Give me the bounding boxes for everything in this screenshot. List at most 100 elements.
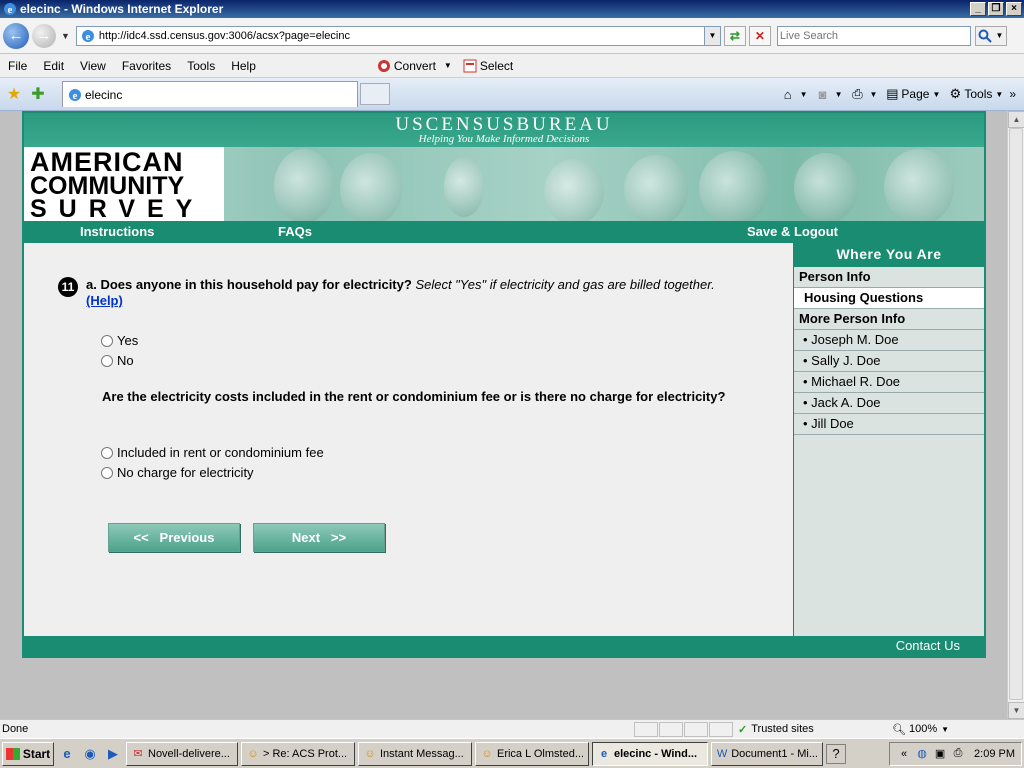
- stop-button[interactable]: ✕: [748, 25, 771, 46]
- sidebar-item-person[interactable]: • Jill Doe: [794, 414, 984, 435]
- nav-instructions[interactable]: Instructions: [80, 224, 154, 239]
- sidebar-item-more-person-info[interactable]: More Person Info: [794, 309, 984, 330]
- printer-icon: ⎙: [852, 86, 863, 101]
- nav-save-logout[interactable]: Save & Logout: [747, 224, 838, 239]
- start-button[interactable]: Start: [2, 741, 54, 766]
- feeds-button[interactable]: ◙ ▼: [814, 85, 843, 103]
- contact-us-link[interactable]: Contact Us: [896, 638, 960, 653]
- taskbar-task-label: Novell-delivere...: [148, 747, 230, 760]
- print-button[interactable]: ⎙ ▼: [849, 85, 877, 103]
- browser-viewport: USCENSUSBUREAU Helping You Make Informed…: [0, 111, 1024, 719]
- convert-dropdown-icon[interactable]: ▼: [444, 61, 452, 70]
- census-banner-tagline: Helping You Make Informed Decisions: [418, 133, 590, 145]
- sidebar-item-person[interactable]: • Jack A. Doe: [794, 393, 984, 414]
- scroll-up-arrow-icon[interactable]: ▲: [1008, 111, 1024, 128]
- scroll-down-arrow-icon[interactable]: ▼: [1008, 702, 1024, 719]
- question-number-badge: 11: [58, 277, 78, 297]
- status-panel: [709, 721, 733, 737]
- site-navbar: Instructions FAQs Save & Logout: [24, 221, 984, 243]
- sidebar-item-person[interactable]: • Joseph M. Doe: [794, 330, 984, 351]
- radio-included-in-rent[interactable]: [101, 446, 113, 459]
- tray-monitor-icon[interactable]: ▣: [932, 746, 948, 762]
- forward-button[interactable]: →: [32, 23, 56, 48]
- question-panel: 11 a. Does anyone in this household pay …: [24, 243, 793, 636]
- next-button[interactable]: Next >>: [253, 523, 385, 552]
- tools-menu-label: Tools: [964, 87, 993, 101]
- tray-network-icon[interactable]: ◍: [914, 746, 930, 762]
- refresh-button[interactable]: ⇄: [723, 25, 746, 46]
- quicklaunch-media-icon[interactable]: ▶: [103, 744, 123, 764]
- taskbar-task[interactable]: ☺ Erica L Olmsted...: [475, 741, 589, 766]
- vertical-scrollbar[interactable]: ▲ ▼: [1007, 111, 1024, 719]
- select-icon: [462, 58, 478, 74]
- tab-elecinc[interactable]: e elecinc: [62, 81, 358, 107]
- sidebar-item-person[interactable]: • Sally J. Doe: [794, 351, 984, 372]
- url-text[interactable]: http://idc4.ssd.census.gov:3006/acsx?pag…: [99, 30, 704, 42]
- history-dropdown-icon[interactable]: ▼: [61, 31, 70, 41]
- quicklaunch-outlook-icon[interactable]: ◉: [80, 744, 100, 764]
- svg-text:e: e: [8, 4, 13, 16]
- taskbar-task[interactable]: ✉ Novell-delivere...: [126, 741, 238, 766]
- option-no-charge[interactable]: No charge for electricity: [101, 465, 254, 480]
- close-button[interactable]: ×: [1006, 2, 1022, 16]
- help-link[interactable]: (Help): [86, 293, 123, 308]
- address-field[interactable]: e http://idc4.ssd.census.gov:3006/acsx?p…: [75, 25, 721, 46]
- previous-button[interactable]: << Previous: [108, 523, 240, 552]
- messenger-icon: ☺: [364, 747, 376, 760]
- option-included-in-rent[interactable]: Included in rent or condominium fee: [101, 445, 324, 460]
- minimize-button[interactable]: _: [970, 2, 986, 16]
- select-label: Select: [479, 58, 514, 73]
- search-input[interactable]: [776, 25, 971, 46]
- menu-tools[interactable]: Tools: [179, 59, 223, 73]
- restore-button[interactable]: ❐: [988, 2, 1004, 16]
- menu-file[interactable]: File: [0, 59, 35, 73]
- url-dropdown-icon[interactable]: ▼: [703, 26, 720, 45]
- followup-question: Are the electricity costs included in th…: [102, 389, 726, 404]
- security-zone[interactable]: ✓ Trusted sites: [738, 723, 888, 736]
- svg-text:e: e: [85, 31, 90, 43]
- gear-icon: ⚙: [949, 86, 962, 101]
- question-part: a.: [86, 277, 97, 292]
- option-no[interactable]: No: [101, 353, 134, 368]
- sidebar-item-person-info[interactable]: Person Info: [794, 267, 984, 288]
- help-icon[interactable]: ?: [826, 743, 846, 764]
- taskbar-task-label: Document1 - Mi...: [731, 747, 818, 760]
- taskbar-task-active[interactable]: e elecinc - Wind...: [592, 741, 708, 766]
- radio-yes[interactable]: [101, 334, 113, 347]
- radio-no[interactable]: [101, 354, 113, 367]
- menu-help[interactable]: Help: [223, 59, 264, 73]
- question-text: Does anyone in this household pay for el…: [100, 277, 412, 292]
- nav-faqs[interactable]: FAQs: [278, 224, 312, 239]
- status-text: Done: [2, 723, 29, 735]
- page-menu-button[interactable]: ▤ Page ▼: [883, 85, 940, 103]
- scroll-thumb[interactable]: [1009, 128, 1023, 700]
- menu-favorites[interactable]: Favorites: [114, 59, 179, 73]
- radio-no-charge[interactable]: [101, 466, 113, 479]
- sidebar-item-housing-questions[interactable]: Housing Questions: [794, 288, 984, 309]
- add-favorites-icon[interactable]: ✚: [28, 84, 48, 104]
- favorites-star-icon[interactable]: ★: [4, 84, 24, 104]
- zoom-control[interactable]: 🔍︎ 100% ▼: [892, 723, 949, 736]
- menu-view[interactable]: View: [72, 59, 114, 73]
- ie-icon: e: [3, 2, 17, 16]
- option-yes[interactable]: Yes: [101, 333, 138, 348]
- select-button[interactable]: Select: [462, 58, 513, 74]
- quicklaunch-ie-icon[interactable]: e: [57, 744, 77, 764]
- new-tab-button[interactable]: [360, 83, 390, 105]
- zoom-icon: 🔍︎: [892, 723, 906, 736]
- taskbar-task[interactable]: ☺ Instant Messag...: [358, 741, 472, 766]
- back-button[interactable]: ←: [3, 22, 29, 49]
- taskbar-task[interactable]: W Document1 - Mi...: [711, 741, 823, 766]
- convert-button[interactable]: Convert ▼: [376, 58, 452, 74]
- taskbar-task[interactable]: ☺ > Re: ACS Prot...: [241, 741, 355, 766]
- header-photo-face: [340, 153, 402, 221]
- chevron-more-icon[interactable]: »: [1009, 87, 1016, 101]
- menu-edit[interactable]: Edit: [35, 59, 72, 73]
- tools-menu-button[interactable]: ⚙ Tools ▼: [946, 85, 1004, 103]
- header-photo-face: [624, 155, 688, 221]
- tray-printer-icon[interactable]: ⎙: [950, 746, 966, 762]
- search-button[interactable]: ▼: [974, 25, 1007, 46]
- sidebar-item-person[interactable]: • Michael R. Doe: [794, 372, 984, 393]
- tray-chevron-icon[interactable]: «: [896, 746, 912, 762]
- home-button[interactable]: ⌂ ▼: [779, 85, 808, 103]
